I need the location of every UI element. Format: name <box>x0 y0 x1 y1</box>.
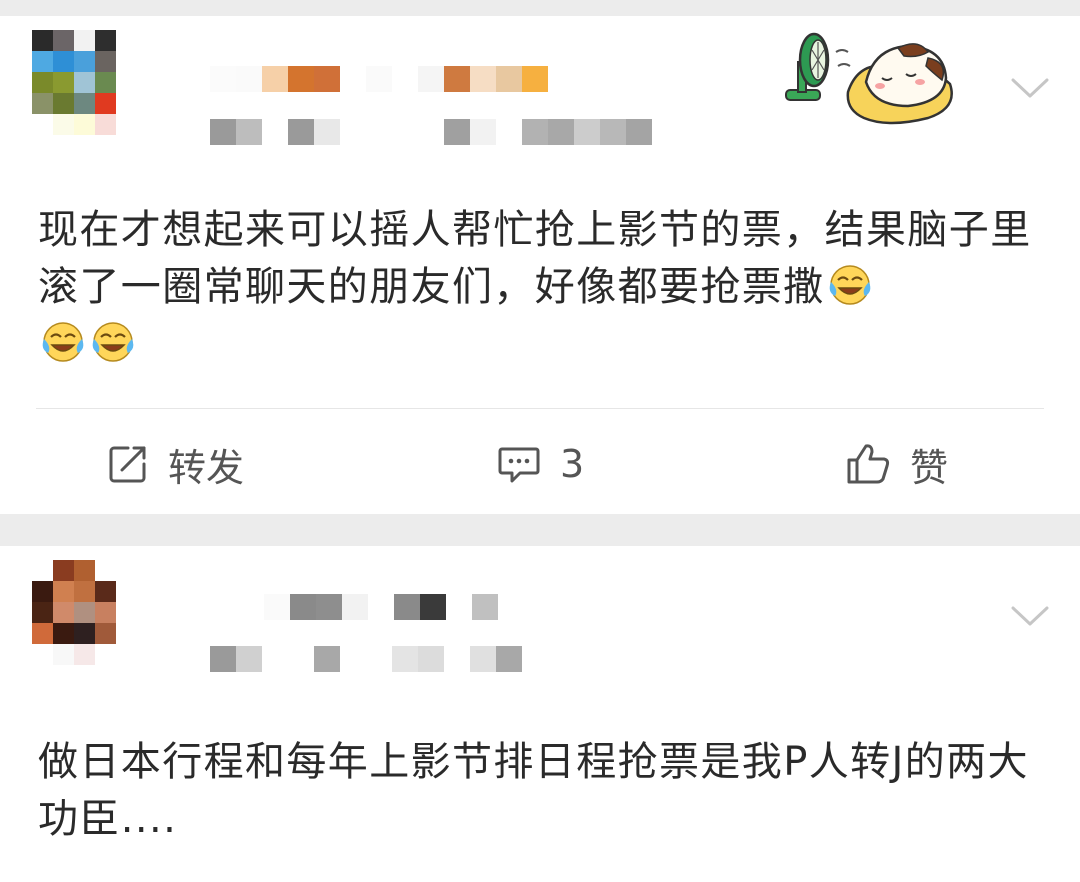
comment-button[interactable]: 3 <box>496 436 584 492</box>
post-text-content: 现在才想起来可以摇人帮忙抢上影节的票，结果脑子里滚了一圈常聊天的朋友们，好像都要… <box>38 207 1032 310</box>
avatar[interactable] <box>32 560 137 686</box>
post-text: 做日本行程和每年上影节排日程抢票是我P人转J的两大功臣.... <box>38 739 1029 842</box>
repost-button[interactable]: 转发 <box>106 436 244 492</box>
chevron-down-icon[interactable] <box>1010 604 1050 628</box>
chevron-down-icon[interactable] <box>1010 76 1050 100</box>
avatar[interactable] <box>32 30 137 156</box>
laugh-cry-emoji-icon <box>42 322 84 362</box>
username-obscured[interactable] <box>210 66 548 92</box>
divider <box>36 408 1044 409</box>
post-card[interactable]: 做日本行程和每年上影节排日程抢票是我P人转J的两大功臣.... <box>0 546 1080 882</box>
post-text: 现在才想起来可以摇人帮忙抢上影节的票，结果脑子里滚了一圈常聊天的朋友们，好像都要… <box>38 202 1048 373</box>
fan-sleeping-sticker <box>785 32 953 125</box>
repost-label: 转发 <box>168 445 245 490</box>
post-meta-obscured <box>210 646 548 672</box>
laugh-cry-emoji-icon <box>829 265 870 305</box>
comment-count: 3 <box>560 442 585 486</box>
username-obscured[interactable] <box>264 594 498 620</box>
share-edit-icon <box>109 446 146 483</box>
comment-bubble-icon <box>498 447 540 483</box>
like-button[interactable]: 赞 <box>844 436 948 492</box>
laugh-cry-emoji-icon <box>92 322 134 362</box>
post-card[interactable]: 现在才想起来可以摇人帮忙抢上影节的票，结果脑子里滚了一圈常聊天的朋友们，好像都要… <box>0 16 1080 514</box>
like-label: 赞 <box>910 445 949 490</box>
thumbs-up-icon <box>847 444 890 484</box>
post-meta-obscured <box>210 119 652 145</box>
